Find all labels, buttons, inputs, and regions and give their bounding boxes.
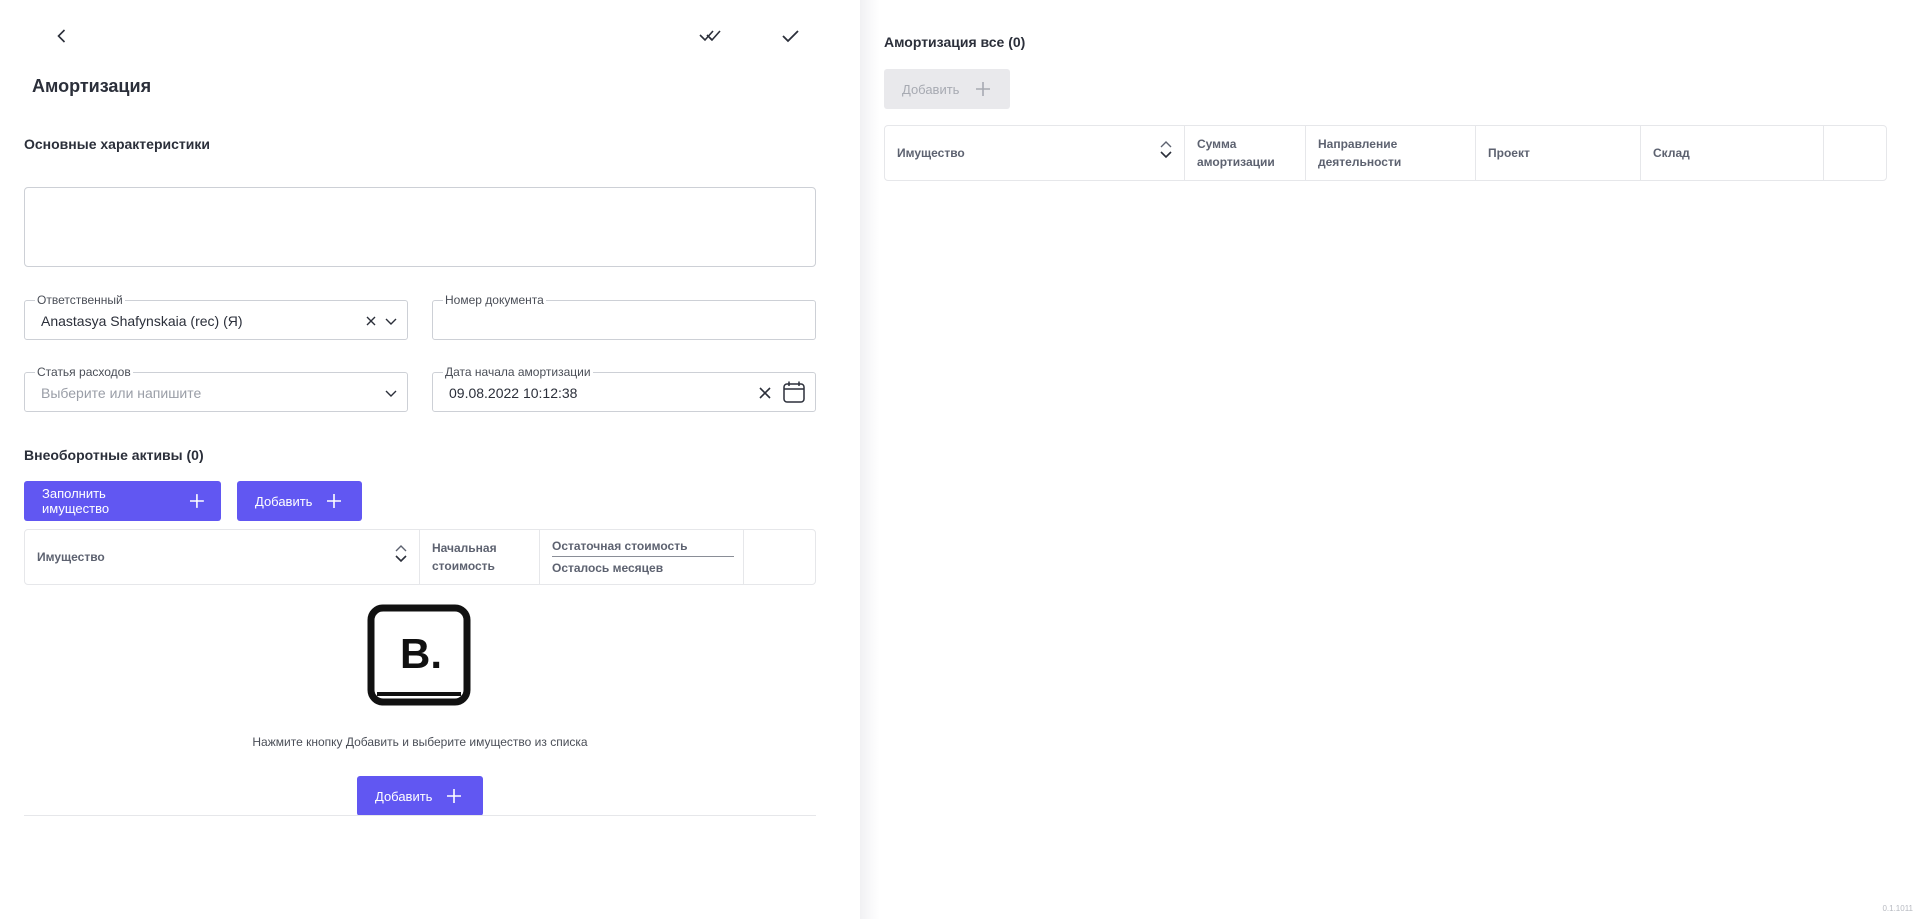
start-date-field[interactable]: Дата начала амортизации 09.08.2022 10:12… [432, 365, 816, 412]
column-property-label: Имущество [37, 550, 105, 564]
divider [24, 815, 816, 816]
assets-table: Имущество Начальная стоимость Остаточная… [24, 529, 816, 585]
column-amount-label: Сумма амортизации [1197, 137, 1275, 169]
start-date-label: Дата начала амортизации [443, 365, 593, 379]
expense-item-label: Статья расходов [35, 365, 133, 379]
expense-item-select[interactable]: Статья расходов Выберите или напишите [24, 365, 408, 412]
column-direction[interactable]: Направление деятельности [1306, 126, 1476, 180]
approve-all-button[interactable] [694, 18, 730, 54]
responsible-value: Anastasya Shafynskaia (rec) (Я) [41, 313, 243, 329]
sort-icon[interactable] [393, 542, 409, 566]
empty-logo-text: B. [400, 630, 442, 677]
plus-icon [190, 494, 205, 508]
add-asset-button[interactable]: Добавить [237, 481, 362, 521]
responsible-select[interactable]: Ответственный Anastasya Shafynskaia (rec… [24, 293, 408, 340]
add-asset-label: Добавить [255, 493, 313, 509]
left-panel: Амортизация Основные характеристики Отве… [0, 0, 860, 919]
column-residual-cost[interactable]: Остаточная стоимость Осталось месяцев [540, 530, 744, 584]
column-property[interactable]: Имущество [885, 126, 1185, 180]
fill-property-label: Заполнить имущество [42, 486, 110, 516]
chevron-down-icon[interactable] [381, 383, 401, 403]
chevron-down-icon[interactable] [381, 311, 401, 331]
column-amount[interactable]: Сумма амортизации [1185, 126, 1306, 180]
back-button[interactable] [44, 18, 80, 54]
add-asset-empty-label: Добавить [375, 788, 433, 804]
column-actions [1824, 126, 1888, 180]
page-title: Амортизация [32, 76, 152, 96]
double-check-icon [699, 30, 721, 42]
column-property[interactable]: Имущество [25, 530, 420, 584]
document-number-label: Номер документа [443, 293, 546, 307]
column-months-left-label: Осталось месяцев [552, 561, 664, 575]
clear-icon[interactable] [755, 383, 775, 403]
plus-icon [976, 82, 991, 96]
document-number-field[interactable]: Номер документа [432, 293, 816, 340]
fill-property-button[interactable]: Заполнить имущество [24, 481, 221, 521]
sort-icon[interactable] [1158, 138, 1174, 162]
depreciation-title: Амортизация все (0) [884, 34, 1026, 50]
column-initial-cost-label: Начальная стоимость [432, 541, 497, 573]
column-property-label: Имущество [897, 146, 965, 160]
assets-section-title: Внеоборотные активы (0) [24, 447, 204, 463]
empty-state-text: Нажмите кнопку Добавить и выберите имуще… [252, 735, 588, 749]
add-depreciation-label: Добавить [902, 81, 960, 97]
panel-divider [860, 0, 880, 919]
start-date-value: 09.08.2022 10:12:38 [449, 385, 578, 401]
main-section-title: Основные характеристики [24, 136, 210, 152]
responsible-label: Ответственный [35, 293, 125, 307]
column-actions [744, 530, 817, 584]
column-project[interactable]: Проект [1476, 126, 1641, 180]
column-direction-label: Направление деятельности [1318, 137, 1402, 169]
column-warehouse[interactable]: Склад [1641, 126, 1824, 180]
empty-state-logo: B. [367, 604, 471, 706]
chevron-left-icon [57, 29, 66, 43]
column-residual-cost-label: Остаточная стоимость [552, 537, 734, 557]
clear-icon[interactable] [361, 311, 381, 331]
expense-item-placeholder: Выберите или напишите [41, 385, 202, 401]
depreciation-table: Имущество Сумма амортизации Направление … [884, 125, 1887, 181]
calendar-icon[interactable] [781, 379, 807, 405]
plus-icon [327, 494, 342, 508]
column-project-label: Проект [1488, 146, 1530, 160]
approve-button[interactable] [773, 18, 809, 54]
check-icon [782, 30, 799, 43]
add-asset-empty-button[interactable]: Добавить [357, 776, 483, 816]
description-textarea[interactable] [24, 187, 816, 267]
add-depreciation-button[interactable]: Добавить [884, 69, 1010, 109]
column-initial-cost[interactable]: Начальная стоимость [420, 530, 540, 584]
column-warehouse-label: Склад [1653, 146, 1690, 160]
plus-icon [447, 789, 462, 803]
version-label: 0.1.1011 [1882, 904, 1913, 913]
